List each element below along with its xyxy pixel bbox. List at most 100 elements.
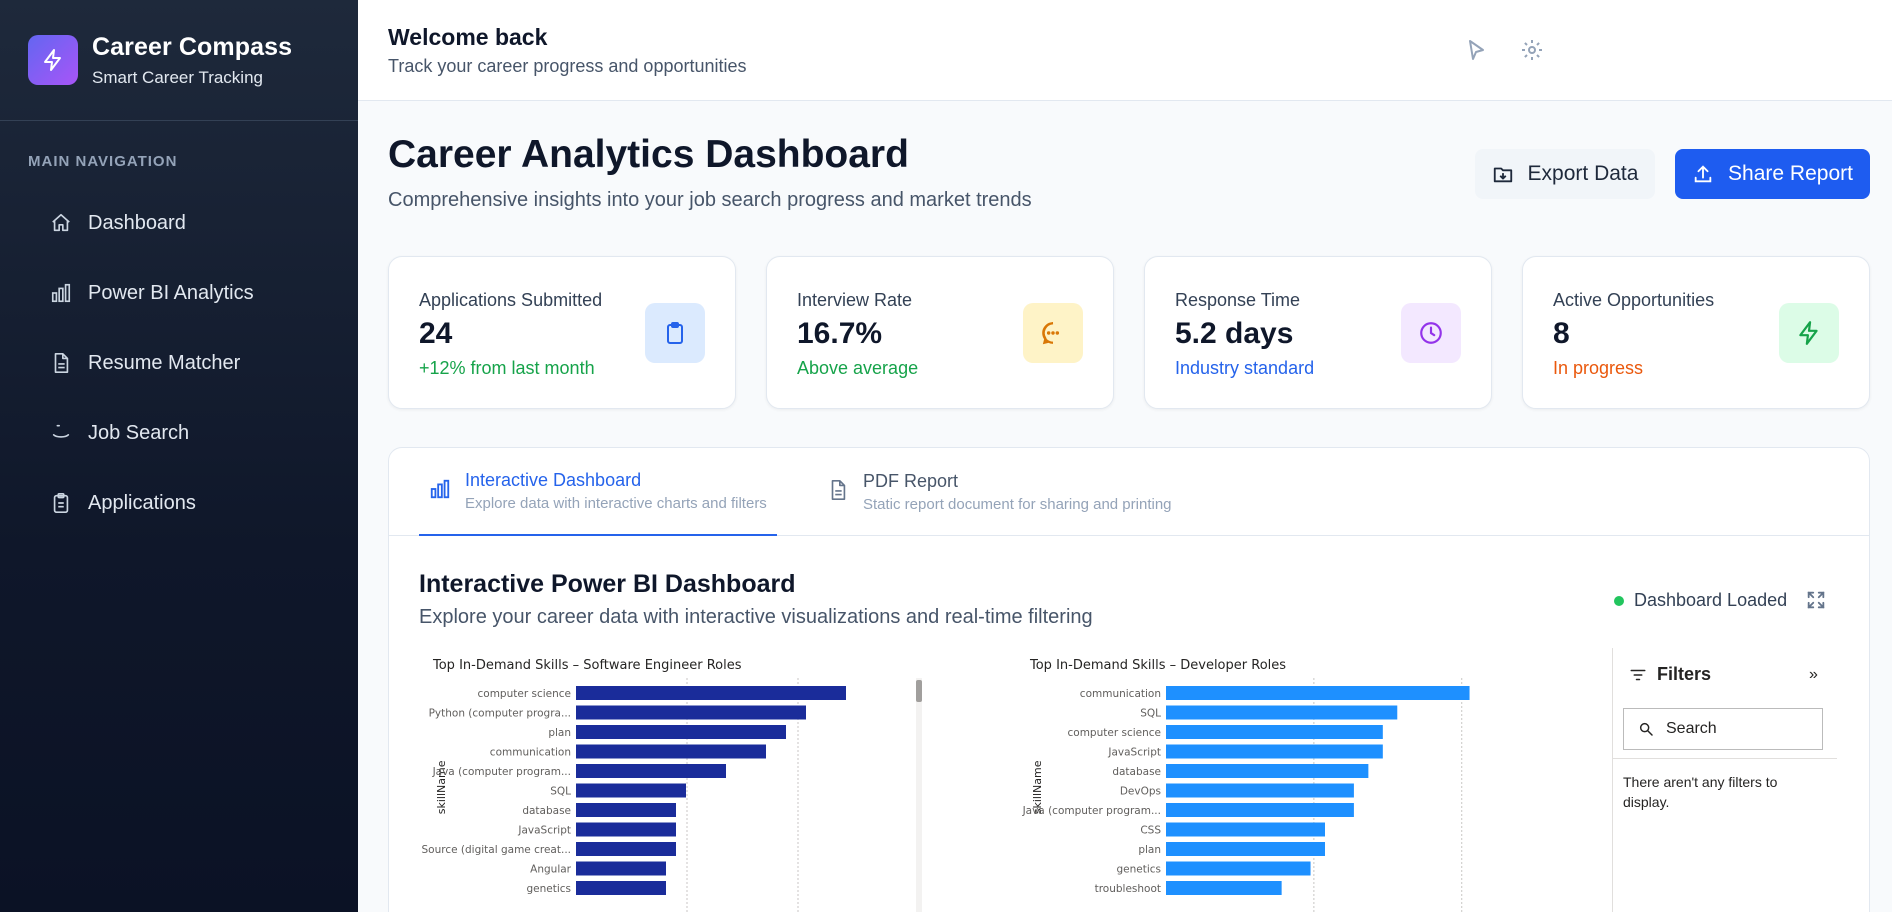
tab-pdf-report[interactable]: PDF Report Static report document for sh… <box>827 448 1207 536</box>
bar[interactable] <box>576 725 786 739</box>
status-dot <box>1614 595 1624 606</box>
bar[interactable] <box>576 822 676 837</box>
page-subtitle: Comprehensive insights into your job sea… <box>388 189 1032 211</box>
filters-header: Filters <box>1629 664 1711 685</box>
sidebar-item-dashboard[interactable]: Dashboard <box>0 188 358 258</box>
sidebar-item-label: Power BI Analytics <box>88 281 254 304</box>
filters-title: Filters <box>1657 664 1712 684</box>
bar[interactable] <box>576 705 806 720</box>
share-report-label: Share Report <box>1728 162 1853 185</box>
bar[interactable] <box>576 783 686 798</box>
bar[interactable] <box>1166 822 1325 837</box>
category-label: DevOps <box>1120 786 1161 798</box>
software-engineer-skills-chart[interactable]: skillNamecomputer sciencePython (compute… <box>419 678 1019 912</box>
analytics-panel: Interactive Dashboard Explore data with … <box>388 447 1870 912</box>
sidebar-item-resume-matcher[interactable]: Resume Matcher <box>0 328 358 398</box>
powerbi-report[interactable]: Top In-Demand Skills – Software Engineer… <box>419 648 1869 912</box>
bar[interactable] <box>576 764 726 778</box>
category-label: Java (computer program... <box>1022 805 1161 817</box>
stat-label: Interview Rate <box>797 290 913 310</box>
bar[interactable] <box>1166 764 1369 778</box>
bar[interactable] <box>576 686 846 700</box>
sidebar-item-label: Dashboard <box>88 211 186 234</box>
filters-search-input[interactable]: Search <box>1623 708 1823 750</box>
category-label: database <box>1112 766 1161 778</box>
bar[interactable] <box>1166 861 1311 876</box>
category-label: genetics <box>526 883 571 895</box>
sidebar-item-job-search[interactable]: Job Search <box>0 398 358 468</box>
search-icon <box>50 422 72 444</box>
upload-icon <box>1694 165 1712 183</box>
main-navigation: Dashboard Power BI Analytics Resume Matc… <box>0 188 358 538</box>
bar[interactable] <box>1166 842 1325 856</box>
bar[interactable] <box>576 861 666 876</box>
category-label: computer science <box>478 688 572 700</box>
tab-label: Interactive Dashboard <box>465 470 642 490</box>
document-icon <box>50 352 72 374</box>
developer-skills-chart[interactable]: skillNamecommunicationSQLcomputer scienc… <box>1015 678 1615 912</box>
bar[interactable] <box>1166 881 1282 895</box>
clipboard-icon <box>645 303 705 363</box>
sidebar-item-applications[interactable]: Applications <box>0 468 358 538</box>
chart-title: Top In-Demand Skills – Developer Roles <box>1030 658 1287 673</box>
top-bar: Welcome back Track your career progress … <box>358 0 1892 101</box>
category-label: computer science <box>1068 727 1162 739</box>
brand: Career Compass Smart Career Tracking <box>0 0 358 121</box>
stat-value: 5.2 days <box>1175 317 1294 350</box>
bar[interactable] <box>576 803 676 817</box>
category-label: JavaScript <box>1107 747 1161 759</box>
category-label: Angular <box>530 864 572 876</box>
bar[interactable] <box>1166 686 1470 700</box>
download-icon <box>1493 167 1512 183</box>
bar-chart-icon <box>429 478 451 505</box>
stat-label: Active Opportunities <box>1553 290 1715 310</box>
welcome-title: Welcome back <box>388 24 548 50</box>
category-label: Java (computer program... <box>432 766 571 778</box>
main-content: Career Analytics Dashboard Comprehensive… <box>358 101 1892 912</box>
bar[interactable] <box>576 842 676 856</box>
status-badge: Dashboard Loaded <box>1614 590 1787 611</box>
stat-note: +12% from last month <box>419 358 595 378</box>
stat-cards: Applications Submitted 24 +12% from last… <box>388 256 1870 409</box>
sidebar-item-power-bi-analytics[interactable]: Power BI Analytics <box>0 258 358 328</box>
category-label: SQL <box>550 786 571 798</box>
gear-icon[interactable] <box>1520 38 1544 62</box>
clock-icon <box>1401 303 1461 363</box>
export-data-button[interactable]: Export Data <box>1475 149 1655 199</box>
stat-note: Industry standard <box>1175 358 1315 378</box>
category-label: plan <box>1138 844 1161 856</box>
sidebar-item-label: Job Search <box>88 421 190 444</box>
stat-label: Response Time <box>1175 290 1301 310</box>
category-label: communication <box>1080 688 1161 700</box>
stat-card-active-opportunities: Active Opportunities 8 In progress <box>1522 256 1870 409</box>
bar[interactable] <box>1166 803 1354 817</box>
brand-title: Career Compass <box>92 32 293 61</box>
category-label: genetics <box>1116 864 1161 876</box>
sidebar-item-label: Resume Matcher <box>88 351 241 374</box>
collapse-filters-icon[interactable]: » <box>1809 666 1818 684</box>
bar[interactable] <box>1166 744 1383 759</box>
category-label: database <box>522 805 571 817</box>
stat-note: In progress <box>1553 358 1644 378</box>
sidebar-item-label: Applications <box>88 491 196 514</box>
bar[interactable] <box>1166 705 1398 720</box>
brand-subtitle: Smart Career Tracking <box>92 67 263 87</box>
fullscreen-icon[interactable] <box>1805 589 1827 616</box>
report-tabs: Interactive Dashboard Explore data with … <box>389 448 1869 536</box>
filter-icon <box>1630 669 1646 680</box>
home-icon <box>50 212 72 234</box>
powerbi-title: Interactive Power BI Dashboard <box>419 570 796 598</box>
bar[interactable] <box>576 881 666 895</box>
bar[interactable] <box>1166 783 1354 798</box>
cursor-icon[interactable] <box>1464 38 1488 62</box>
bar[interactable] <box>1166 725 1383 739</box>
bolt-icon <box>28 35 78 85</box>
tab-description: Static report document for sharing and p… <box>863 496 1172 513</box>
bar[interactable] <box>576 744 766 759</box>
scrollbar-track[interactable] <box>916 678 922 912</box>
tab-interactive-dashboard[interactable]: Interactive Dashboard Explore data with … <box>419 448 777 536</box>
search-icon <box>1639 722 1653 736</box>
scrollbar-thumb[interactable] <box>916 680 922 702</box>
share-report-button[interactable]: Share Report <box>1675 149 1870 199</box>
stat-note: Above average <box>797 358 919 378</box>
